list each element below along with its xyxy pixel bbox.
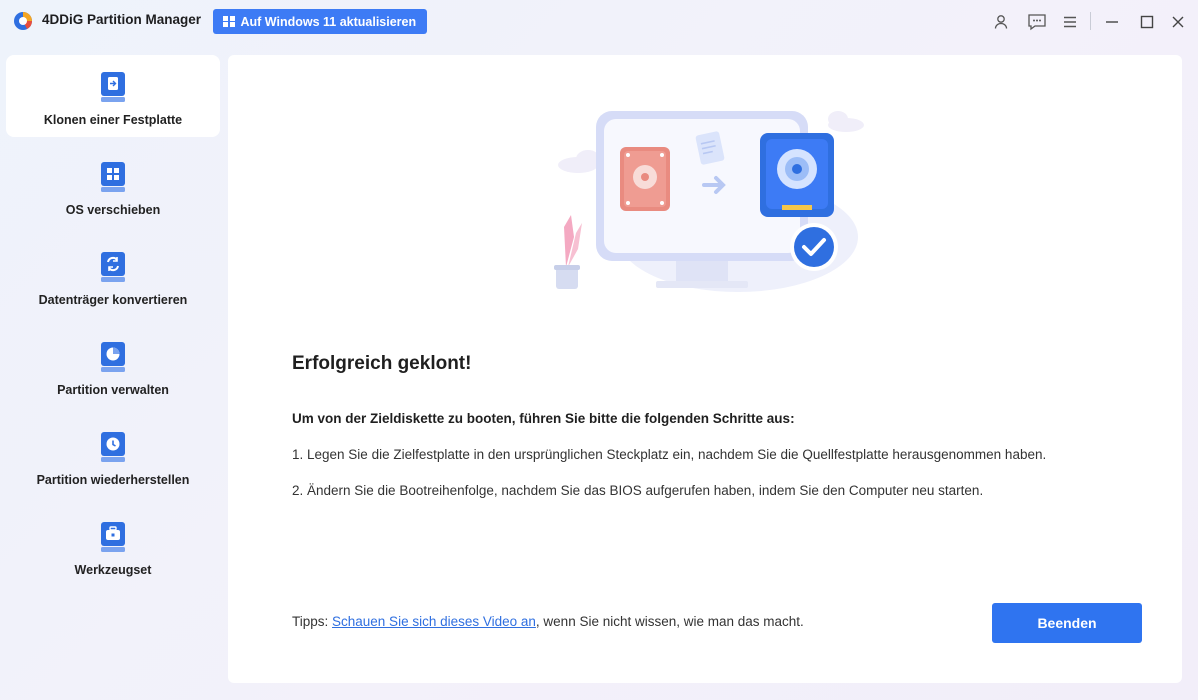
toolbar-divider [1090, 12, 1091, 30]
tips-suffix: , wenn Sie nicht wissen, wie man das mac… [536, 614, 804, 629]
upgrade-windows11-button[interactable]: Auf Windows 11 aktualisieren [213, 9, 427, 34]
clone-success-illustration [538, 97, 868, 307]
sidebar-item-convert-disk[interactable]: Datenträger konvertieren [6, 235, 220, 317]
sidebar-item-label: Partition verwalten [57, 383, 169, 397]
finish-button[interactable]: Beenden [992, 603, 1142, 643]
manage-partition-icon [100, 341, 126, 373]
user-icon[interactable] [990, 11, 1012, 33]
sidebar-item-toolkit[interactable]: Werkzeugset [6, 505, 220, 587]
sidebar-item-manage-partition[interactable]: Partition verwalten [6, 325, 220, 407]
app-title: 4DDiG Partition Manager [42, 12, 201, 27]
convert-disk-icon [100, 251, 126, 283]
sidebar-item-label: Werkzeugset [75, 563, 152, 577]
tips-prefix: Tipps: [292, 614, 332, 629]
step-item: 2. Ändern Sie die Bootreihenfolge, nachd… [292, 483, 983, 498]
title-bar: 4DDiG Partition Manager Auf Windows 11 a… [0, 0, 1198, 44]
sidebar-item-label: Klonen einer Festplatte [44, 113, 182, 127]
page-title: Erfolgreich geklont! [292, 353, 471, 375]
os-migrate-icon [100, 161, 126, 193]
tips-text: Tipps: Schauen Sie sich dieses Video an,… [292, 614, 804, 629]
menu-icon[interactable] [1059, 11, 1081, 33]
video-link[interactable]: Schauen Sie sich dieses Video an [332, 614, 536, 629]
minimize-icon[interactable] [1101, 11, 1123, 33]
feedback-icon[interactable] [1026, 11, 1048, 33]
sidebar-item-label: Datenträger konvertieren [39, 293, 188, 307]
step-item: 1. Legen Sie die Zielfestplatte in den u… [292, 447, 1046, 462]
sidebar-item-recover-partition[interactable]: Partition wiederherstellen [6, 415, 220, 497]
sidebar: Klonen einer Festplatte OS verschieben D… [0, 50, 226, 650]
maximize-icon[interactable] [1136, 11, 1158, 33]
sidebar-item-label: OS verschieben [66, 203, 161, 217]
app-logo-icon [13, 11, 33, 31]
recover-partition-icon [100, 431, 126, 463]
toolkit-icon [100, 521, 126, 553]
windows-icon [223, 16, 235, 28]
sidebar-item-os-migrate[interactable]: OS verschieben [6, 145, 220, 227]
upgrade-label: Auf Windows 11 aktualisieren [241, 15, 417, 29]
clone-disk-icon [100, 71, 126, 103]
steps-heading: Um von der Zieldiskette zu booten, führe… [292, 411, 795, 426]
sidebar-item-label: Partition wiederherstellen [37, 473, 190, 487]
close-icon[interactable] [1167, 11, 1189, 33]
main-panel: Erfolgreich geklont! Um von der Zieldisk… [228, 55, 1182, 683]
sidebar-item-clone-disk[interactable]: Klonen einer Festplatte [6, 55, 220, 137]
